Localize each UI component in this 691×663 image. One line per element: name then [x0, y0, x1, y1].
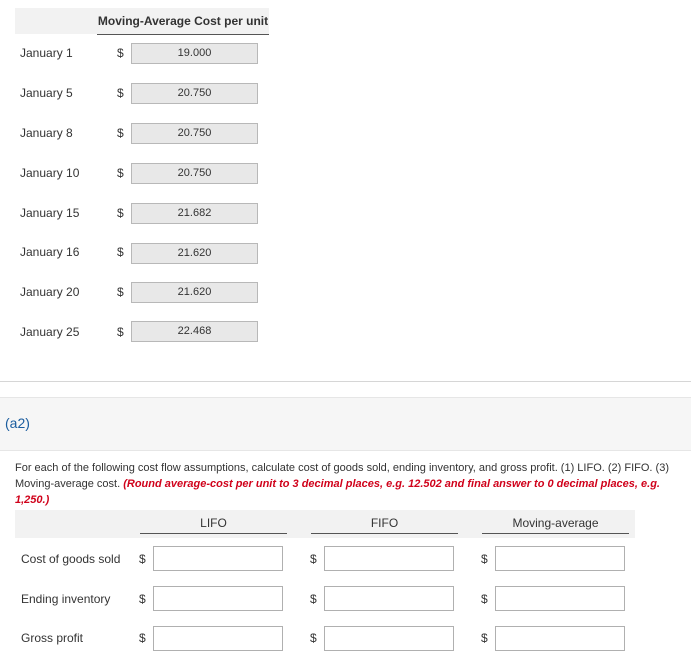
column-header-underline: [140, 533, 287, 534]
currency-symbol: $: [117, 46, 124, 60]
lifo-cost-of-goods-sold-input[interactable]: [153, 546, 283, 571]
top-table-header: Moving-Average Cost per unit: [97, 14, 269, 28]
fifo-cost-of-goods-sold-input[interactable]: [324, 546, 454, 571]
currency-symbol: $: [481, 631, 488, 645]
currency-symbol: $: [117, 206, 124, 220]
cost-per-unit-field[interactable]: 22.468: [131, 321, 258, 342]
section-label: (a2): [5, 415, 30, 431]
column-header-underline: [311, 533, 458, 534]
row-date-label: January 8: [20, 126, 73, 140]
cost-per-unit-field[interactable]: 21.620: [131, 243, 258, 264]
row-label-cost-of-goods-sold: Cost of goods sold: [21, 552, 121, 566]
section-header-band: [0, 397, 691, 451]
cost-per-unit-field[interactable]: 20.750: [131, 163, 258, 184]
row-date-label: January 20: [20, 285, 80, 299]
fifo-ending-inventory-input[interactable]: [324, 586, 454, 611]
row-date-label: January 15: [20, 206, 80, 220]
fifo-gross-profit-input[interactable]: [324, 626, 454, 651]
cost-per-unit-field[interactable]: 19.000: [131, 43, 258, 64]
column-header-underline: [482, 533, 629, 534]
cost-per-unit-field[interactable]: 20.750: [131, 83, 258, 104]
currency-symbol: $: [310, 631, 317, 645]
currency-symbol: $: [117, 285, 124, 299]
row-label-ending-inventory: Ending inventory: [21, 592, 111, 606]
currency-symbol: $: [117, 86, 124, 100]
currency-symbol: $: [117, 325, 124, 339]
cost-per-unit-field[interactable]: 21.620: [131, 282, 258, 303]
currency-symbol: $: [481, 592, 488, 606]
moving-average-gross-profit-input[interactable]: [495, 626, 625, 651]
instructions: For each of the following cost flow assu…: [15, 460, 687, 508]
row-date-label: January 10: [20, 166, 80, 180]
currency-symbol: $: [139, 552, 146, 566]
section-divider: [0, 381, 691, 382]
currency-symbol: $: [481, 552, 488, 566]
currency-symbol: $: [117, 166, 124, 180]
row-label-gross-profit: Gross profit: [21, 631, 84, 645]
moving-average-ending-inventory-input[interactable]: [495, 586, 625, 611]
lifo-ending-inventory-input[interactable]: [153, 586, 283, 611]
cost-per-unit-field[interactable]: 21.682: [131, 203, 258, 224]
row-date-label: January 5: [20, 86, 73, 100]
currency-symbol: $: [310, 552, 317, 566]
row-date-label: January 1: [20, 46, 73, 60]
top-table-header-underline: [97, 34, 269, 35]
lifo-gross-profit-input[interactable]: [153, 626, 283, 651]
currency-symbol: $: [117, 126, 124, 140]
currency-symbol: $: [139, 592, 146, 606]
moving-average-cost-of-goods-sold-input[interactable]: [495, 546, 625, 571]
currency-symbol: $: [139, 631, 146, 645]
cost-per-unit-field[interactable]: 20.750: [131, 123, 258, 144]
currency-symbol: $: [117, 245, 124, 259]
row-date-label: January 25: [20, 325, 80, 339]
currency-symbol: $: [310, 592, 317, 606]
row-date-label: January 16: [20, 245, 80, 259]
